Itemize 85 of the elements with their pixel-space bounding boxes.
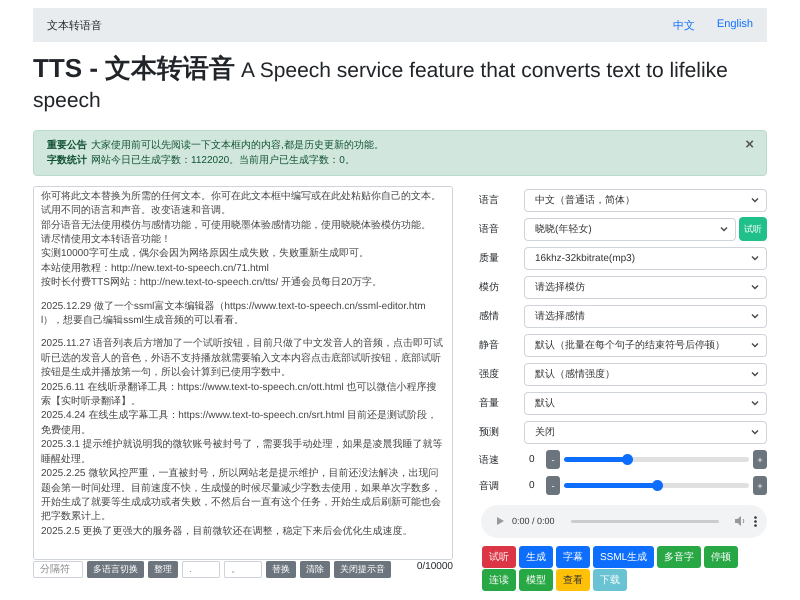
time-display: 0:00 / 0:00 (512, 516, 555, 526)
decrease-button[interactable]: - (546, 450, 560, 470)
toolbar-button[interactable]: 清除 (300, 560, 330, 578)
select-field[interactable]: 默认（批量在每个句子的结束符号后停顿） (524, 334, 767, 357)
toolbar-button[interactable]: 整理 (148, 560, 178, 578)
increase-button[interactable]: + (753, 450, 767, 470)
text-line: 2025.4.24 在线生成字幕工具：https://www.text-to-speech.cn/srt.html 目前还是测试阶段，免费使用。 (41, 409, 438, 438)
setting-label: 模仿 (479, 280, 500, 294)
toolbar-button[interactable]: 关闭提示音 (334, 560, 391, 578)
action-button[interactable]: 查看 (556, 568, 590, 591)
language-link[interactable]: English (716, 18, 753, 32)
text-line: 请尽情使用文本转语音功能！ (41, 233, 172, 247)
slider-value: 0 (529, 480, 536, 492)
slider-value: 0 (529, 454, 536, 466)
close-button[interactable]: × (745, 138, 754, 152)
chevron-down-icon (751, 255, 759, 262)
setting-label: 语音 (479, 222, 500, 236)
notice-text: 网站今日已生成字数：1122020。当前用户已生成字数：0。 (91, 154, 355, 166)
setting-label: 强度 (479, 368, 500, 382)
action-button[interactable]: SSML生成 (593, 546, 654, 568)
notice-label: 重要公告 (47, 140, 87, 151)
action-button[interactable]: 停顿 (704, 546, 738, 568)
notice-text: 大家使用前可以先阅读一下文本框内的内容,都是历史更新的功能。 (91, 140, 384, 151)
text-line: 本站使用教程：http://new.text-to-speech.cn/71.html (41, 262, 270, 276)
notice-label: 字数统计 (47, 154, 87, 166)
chevron-down-icon (751, 284, 759, 290)
more-options-icon[interactable] (754, 516, 757, 527)
text-line: 2025.2.25 微软风控严重，一直被封号，所以网站老是提示维护，目前还没法解决，出现问题会第一时间处理。目前速度不快，生成慢的时候尽量减少字数去使用，如果单次字数多，开始生成了就要等生成成功或者失败，不然后台一直有这个任务，开始生成后刷新可能也会把字数累计上。 (41, 467, 442, 524)
chevron-down-icon (751, 313, 759, 320)
separator-field[interactable]: 分隔符 (33, 560, 83, 578)
select-field[interactable]: 请选择感情 (524, 304, 767, 328)
language-link[interactable]: 中文 (672, 18, 695, 32)
text-line: 部分语音无法使用模仿与感情功能，可使用晓墨体验感情功能，使用晓晓体验模仿功能。 (41, 218, 432, 233)
setting-label: 静音 (479, 338, 500, 352)
select-field[interactable]: 默认（感情强度） (524, 362, 767, 386)
page-title: TTS - 文本转语音 A Speech service feature that converts text to lifelike speech (33, 52, 729, 114)
select-field[interactable]: 晓晓(年轻女) (524, 218, 736, 241)
chevron-down-icon (751, 342, 759, 348)
chevron-down-icon (720, 226, 728, 232)
select-field[interactable]: 默认 (524, 392, 767, 415)
symbol-field[interactable]: . (182, 560, 220, 578)
text-line: 2025.6.11 在线听录翻译工具：https://www.text-to-speech.cn/ott.html 也可以微信小程序搜索【实时听录翻译】。 (41, 380, 438, 410)
text-line: 实测10000字可生成，偶尔会因为网络原因生成失败，失败重新生成即可。 (41, 247, 370, 262)
setting-label: 音调 (479, 480, 500, 493)
select-field[interactable]: 请选择模仿 (524, 276, 767, 299)
select-field[interactable]: 中文（普通话，简体） (524, 188, 767, 212)
action-button[interactable]: 试听 (482, 546, 516, 568)
setting-label: 预测 (479, 426, 500, 440)
chevron-down-icon (751, 371, 759, 378)
progress-track[interactable] (570, 520, 719, 523)
slider-thumb[interactable] (622, 454, 633, 466)
setting-label: 语言 (479, 194, 500, 208)
select-field[interactable]: 16khz-32kbitrate(mp3) (524, 246, 767, 270)
chevron-down-icon (751, 197, 759, 204)
chevron-down-icon (751, 429, 759, 436)
action-button[interactable]: 模型 (519, 568, 553, 591)
action-button[interactable]: 连读 (482, 568, 516, 591)
decrease-button[interactable]: - (546, 476, 560, 496)
play-icon[interactable] (497, 517, 504, 526)
increase-button[interactable]: + (753, 476, 767, 496)
setting-label: 语速 (479, 454, 500, 467)
slider-track[interactable] (564, 483, 749, 488)
select-field[interactable]: 关闭 (524, 420, 767, 444)
text-input-area[interactable] (33, 186, 453, 560)
toolbar-button[interactable]: 替换 (266, 560, 296, 578)
slider-track[interactable] (564, 457, 749, 462)
toolbar-button[interactable]: 多语言切换 (87, 560, 144, 578)
text-line: 2025.12.29 做了一个ssml富文本编辑器（https://www.text-to-speech.cn/ssml-editor.html），想要自己编辑ssml生成音频的可以看看。 (41, 300, 427, 328)
action-button[interactable]: 生成 (519, 546, 553, 568)
text-line: 2025.11.27 语音列表后方增加了一个试听按钮，目前只做了中文发音人的音频，点击即可试听已选的发音人的音色，外语不支持播放就需要输入文本内容点击底部试听按钮，底部试听按钮是生成并播放第一句，所以会计算到已使用字数中。 (41, 337, 444, 380)
text-line: 你可将此文本替换为所需的任何文本。你可在此文本框中编写或在此处粘贴你自己的文本。试用不同的语言和声音。改变语速和音调。 (41, 190, 442, 218)
volume-icon[interactable] (735, 516, 746, 526)
setting-label: 音量 (479, 396, 500, 410)
setting-label: 感情 (479, 310, 500, 324)
slider-thumb[interactable] (652, 480, 662, 492)
text-line: 2025.3.1 提示维护就说明我的微软账号被封号了，需要我手动处理，如果是凌晨我睡了就等睡醒处理。 (41, 438, 444, 467)
text-line: 2025.2.5 更换了更强大的服务器，目前微软还在调整，稳定下来后会优化生成速度。 (41, 524, 414, 539)
chevron-down-icon (751, 400, 759, 406)
symbol-field[interactable]: 。 (224, 560, 262, 578)
setting-label: 质量 (479, 252, 500, 266)
action-button[interactable]: 多音字 (657, 546, 702, 568)
action-button[interactable]: 字幕 (556, 546, 590, 568)
text-line: 按时长付费TTS网站：http://new.text-to-speech.cn/tts/ 开通会员每日20万字。 (41, 276, 384, 290)
char-count: 0/10000 (416, 560, 453, 572)
site-brand[interactable]: 文本转语音 (47, 18, 102, 32)
